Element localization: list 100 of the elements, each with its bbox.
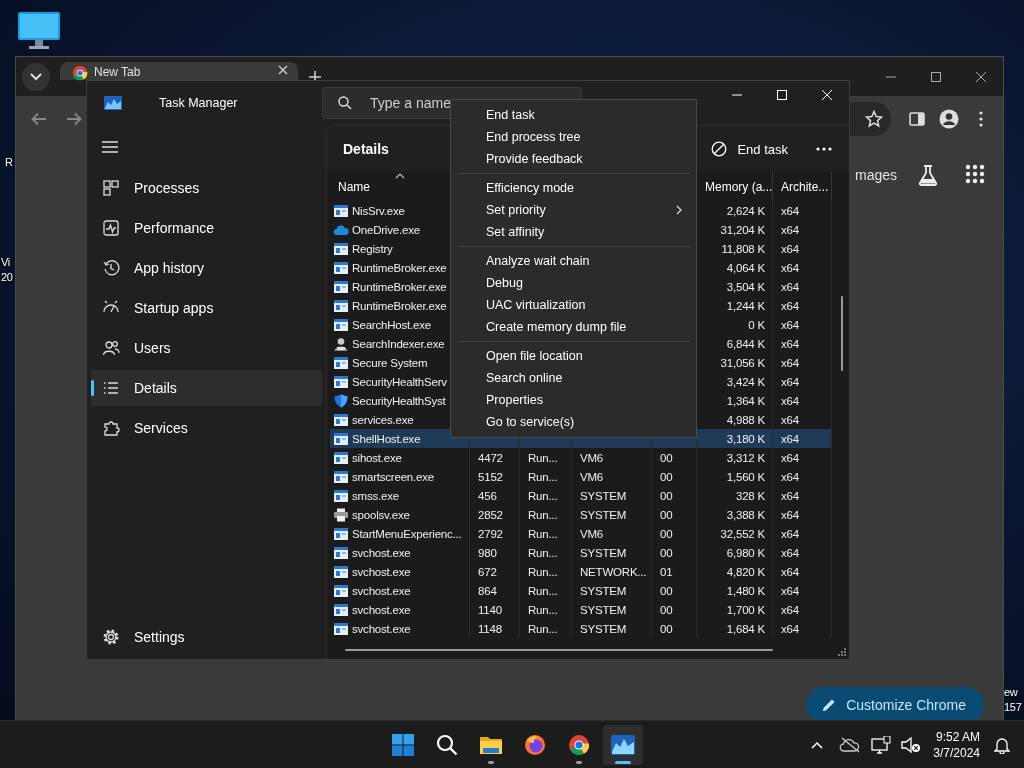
speaker-muted-icon[interactable] — [901, 736, 922, 753]
table-cell: x64 — [781, 432, 799, 445]
table-cell: x64 — [781, 546, 799, 559]
nav-item[interactable]: Users — [91, 330, 322, 366]
table-cell: 01 — [660, 565, 673, 578]
clock[interactable]: 9:52 AM 3/7/2024 — [933, 728, 980, 761]
table-cell: 31,204 K — [720, 223, 765, 236]
printer-icon — [333, 507, 349, 522]
table-cell: 1,364 K — [726, 394, 765, 407]
menu-item[interactable]: End process tree — [451, 126, 696, 148]
menu-item[interactable]: Debug — [451, 272, 696, 294]
nav-item[interactable]: Performance — [91, 210, 322, 246]
table-cell: x64 — [781, 394, 799, 407]
table-cell: svchost.exe — [352, 546, 411, 559]
nav-item[interactable]: App history — [91, 250, 322, 286]
side-panel-icon[interactable] — [909, 112, 925, 126]
bell-icon[interactable] — [994, 735, 1010, 754]
more-vertical-icon[interactable] — [979, 111, 983, 127]
window-icon — [333, 412, 349, 427]
menu-item[interactable]: Analyze wait chain — [451, 250, 696, 272]
menu-item[interactable]: Properties — [451, 389, 696, 411]
settings-item[interactable]: Settings — [91, 619, 322, 655]
resize-grip-icon[interactable] — [837, 647, 847, 657]
table-cell: SecurityHealthServ — [352, 375, 447, 388]
table-cell: x64 — [781, 337, 799, 350]
menu-item[interactable]: UAC virtualization — [451, 294, 696, 316]
apps-grid-icon[interactable] — [965, 163, 985, 184]
browser-tab[interactable]: New Tab — [60, 62, 298, 80]
table-cell: 00 — [660, 546, 673, 559]
taskbar-button[interactable] — [603, 724, 643, 765]
scrollbar[interactable] — [345, 649, 773, 651]
table-cell: 00 — [660, 451, 673, 464]
table-cell: 00 — [660, 489, 673, 502]
flask-icon[interactable] — [917, 164, 939, 186]
more-icon[interactable] — [816, 147, 832, 151]
end-task-button[interactable]: End task — [701, 133, 798, 165]
table-cell: Run... — [528, 546, 558, 559]
window-icon — [333, 526, 349, 541]
window-icon — [333, 564, 349, 579]
customize-button[interactable]: Customize Chrome — [806, 687, 984, 720]
profile-icon[interactable] — [939, 109, 959, 129]
table-cell: 328 K — [735, 489, 765, 502]
table-cell: 1,244 K — [726, 299, 765, 312]
window-icon — [333, 317, 349, 332]
table-cell: 456 — [478, 489, 497, 502]
table-cell: Run... — [528, 527, 558, 540]
menu-item[interactable]: Search online — [451, 367, 696, 389]
monitor-icon[interactable] — [17, 11, 61, 51]
nav-item[interactable]: Processes — [91, 170, 322, 206]
table-cell: 1140 — [478, 603, 502, 616]
table-cell: RuntimeBroker.exe — [352, 261, 447, 274]
cloud-off-icon[interactable] — [839, 736, 862, 753]
table-cell: 00 — [660, 603, 673, 616]
table-cell: SYSTEM — [580, 546, 627, 559]
table-cell: 4,988 K — [726, 413, 765, 426]
forward-arrow-icon[interactable] — [66, 112, 82, 126]
header-link[interactable]: mages — [854, 167, 897, 183]
table-cell: x64 — [781, 375, 799, 388]
nav-item[interactable]: Startup apps — [91, 290, 322, 326]
menu-icon[interactable] — [102, 141, 118, 153]
table-cell: sihost.exe — [352, 451, 402, 464]
table-cell: RuntimeBroker.exe — [352, 280, 447, 293]
table-cell: 980 — [478, 546, 497, 559]
menu-item[interactable]: Set affinity — [451, 221, 696, 243]
table-cell: 4472 — [478, 451, 503, 464]
column-header[interactable]: Archite... — [773, 172, 832, 201]
table-cell: x64 — [781, 280, 799, 293]
window-icon — [333, 621, 349, 636]
desktop-label: ew 157 — [1004, 685, 1022, 715]
table-cell: Run... — [528, 489, 558, 502]
nav-item[interactable]: Services — [91, 410, 322, 446]
blocked-icon — [711, 141, 728, 157]
maximize-icon[interactable] — [929, 70, 942, 83]
table-cell: 32,552 K — [720, 527, 765, 540]
star-icon[interactable] — [865, 110, 883, 128]
monitor-status-icon[interactable] — [871, 735, 892, 754]
table-cell: Run... — [528, 603, 558, 616]
table-cell: NisSrv.exe — [352, 204, 405, 217]
table-cell: StartMenuExperienc... — [352, 527, 462, 540]
table-cell: 6,980 K — [726, 546, 765, 559]
table-cell: Registry — [352, 242, 393, 255]
table-cell: smartscreen.exe — [352, 470, 434, 483]
chrome-logo-icon — [72, 65, 88, 81]
scrollbar[interactable] — [841, 296, 843, 371]
window-icon — [333, 431, 349, 446]
back-arrow-icon[interactable] — [31, 112, 47, 126]
menu-item[interactable]: Set priority — [451, 199, 696, 221]
menu-item[interactable]: End task — [451, 104, 696, 126]
close-icon[interactable] — [974, 70, 987, 83]
tab-search-button[interactable] — [22, 63, 50, 91]
menu-item[interactable]: Provide feedback — [451, 148, 696, 170]
table-cell: 4,820 K — [726, 565, 765, 578]
chevron-up-icon[interactable] — [811, 740, 824, 749]
close-icon[interactable] — [278, 65, 288, 75]
table-cell: svchost.exe — [352, 584, 411, 597]
menu-item[interactable]: Open file location — [451, 345, 696, 367]
page-title: Details — [343, 141, 389, 157]
menu-item[interactable]: Create memory dump file — [451, 316, 696, 338]
table-cell: x64 — [781, 204, 799, 217]
nav-item[interactable]: Details — [91, 370, 322, 406]
